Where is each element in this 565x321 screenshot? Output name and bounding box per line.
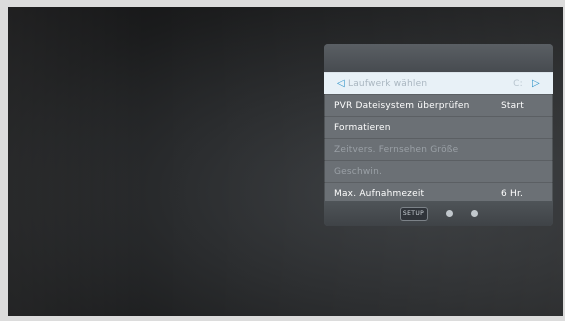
menu-bottom-bar: SETUP — [324, 201, 553, 226]
menu-label-format: Formatieren — [334, 122, 391, 133]
nav-dot-icon — [470, 210, 478, 217]
tv-frame: ◁ Laufwerk wählen C: ▷ PVR Dateisystem ü… — [0, 0, 565, 321]
menu-row-speed: Geschwin. — [324, 160, 553, 182]
menu-value-drive: C: — [513, 78, 523, 89]
nav-dot-icon — [445, 210, 453, 217]
left-arrow-icon[interactable]: ◁ — [334, 78, 348, 89]
setup-button[interactable]: SETUP — [399, 206, 428, 221]
menu-value-max-recording-time: 6 Hr. — [501, 188, 524, 199]
menu-label-select-drive: Laufwerk wählen — [348, 78, 428, 89]
menu-row-format[interactable]: Formatieren — [324, 116, 553, 138]
menu-label-check-filesystem: PVR Dateisystem überprüfen — [334, 100, 470, 111]
menu-value-start: Start — [501, 100, 524, 111]
menu-row-check-filesystem[interactable]: PVR Dateisystem überprüfen Start — [324, 94, 553, 116]
menu-title-bar — [324, 44, 553, 72]
menu-row-timeshift-size: Zeitvers. Fernsehen Größe — [324, 138, 553, 160]
menu-label-speed: Geschwin. — [334, 166, 383, 177]
menu-label-max-recording-time: Max. Aufnahmezeit — [334, 188, 425, 199]
menu-label-timeshift-size: Zeitvers. Fernsehen Größe — [334, 144, 459, 155]
right-arrow-icon[interactable]: ▷ — [529, 78, 543, 89]
menu-row-select-drive[interactable]: ◁ Laufwerk wählen C: ▷ — [324, 72, 553, 94]
pvr-settings-menu: ◁ Laufwerk wählen C: ▷ PVR Dateisystem ü… — [324, 44, 553, 226]
tv-screen: ◁ Laufwerk wählen C: ▷ PVR Dateisystem ü… — [8, 7, 563, 316]
